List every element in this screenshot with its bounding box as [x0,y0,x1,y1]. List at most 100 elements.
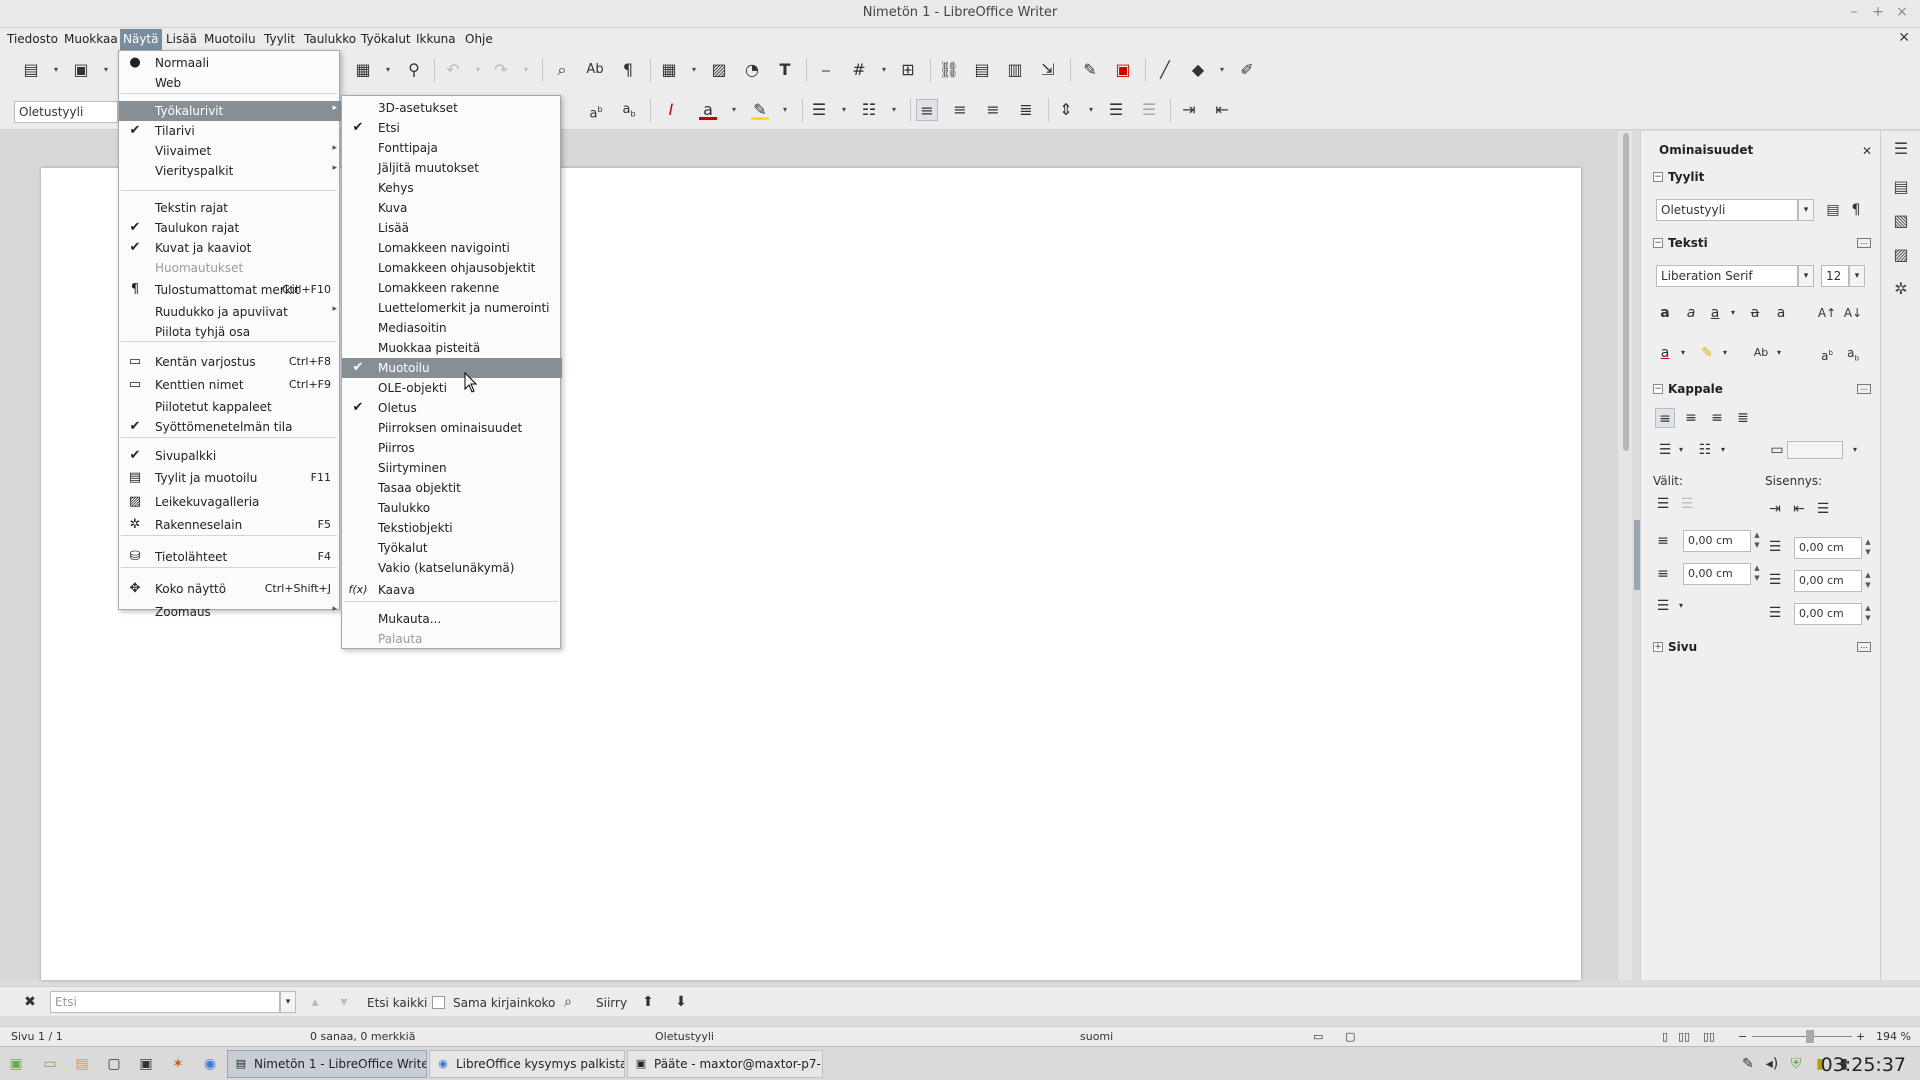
taskbar-window-browser[interactable]: ◉ LibreOffice kysymys palkista - ... [429,1050,625,1078]
app-launcher-icon[interactable]: ✶ [168,1054,188,1074]
draw-functions-icon[interactable]: ✐ [1236,59,1258,81]
toolbars-submenu-item[interactable]: Piirroksen ominaisuudet [342,418,562,438]
increase-paragraph-spacing-icon[interactable]: ☰ [1105,99,1127,121]
minimize-icon[interactable]: – [1846,4,1862,20]
footnote-icon[interactable]: ▤ [971,59,993,81]
paste-icon[interactable]: ▦ [352,59,374,81]
menu-ohje[interactable]: Ohje [462,31,496,49]
table-dropdown-icon[interactable]: ▾ [690,59,698,81]
align-center-icon[interactable]: ≡ [949,99,971,121]
taskbar-window-writer[interactable]: ▤ Nimetön 1 - LibreOffice Writer [227,1050,427,1078]
maximize-icon[interactable]: + [1870,4,1886,20]
close-findbar-icon[interactable]: ✖ [20,992,40,1012]
view-menu-item[interactable]: Zoomaus ▸ [119,602,341,622]
text-more-options-icon[interactable]: … [1857,238,1871,248]
formatting-marks-icon[interactable]: ¶ [617,59,639,81]
underline-icon[interactable]: a [1705,303,1725,323]
toolbars-submenu-item[interactable]: Muokkaa pisteitä [342,338,562,358]
insert-field-icon[interactable]: # [848,59,870,81]
toolbars-submenu-item[interactable]: ✔ Etsi [342,118,562,138]
toolbars-submenu-item[interactable]: f(x) Kaava [342,580,562,600]
bold-icon[interactable]: a [1655,303,1675,323]
view-menu-item[interactable]: ✔ Tilarivi [119,121,341,141]
shadow-icon[interactable]: a [1771,303,1791,323]
view-menu-item[interactable]: Tekstin rajat [119,198,341,218]
character-spacing-icon[interactable]: Ab [1751,343,1771,363]
first-line-indent-field[interactable]: 0,00 cm [1794,603,1862,625]
files-icon[interactable]: ▤ [72,1054,92,1074]
after-indent-stepper[interactable]: ▲ ▼ [1863,570,1873,592]
update-shield-icon[interactable]: ⛨ [1786,1054,1806,1074]
view-menu-item[interactable]: ¶ Tulostumattomat merkit Ctrl+F10 [119,280,341,300]
properties-tab-icon[interactable]: ▤ [1889,175,1913,199]
decrease-paragraph-spacing-icon[interactable]: ☰ [1138,99,1160,121]
menu-lisaa[interactable]: Lisää [163,31,200,49]
export-pdf-icon[interactable]: ▣ [1112,59,1134,81]
language-status[interactable]: suomi [1080,1030,1113,1043]
view-menu-item[interactable]: ✲ Rakenneselain F5 [119,515,341,535]
styles-collapse-icon[interactable]: − [1653,172,1663,182]
toolbars-submenu-item[interactable]: ✔ Oletus [342,398,562,418]
insert-chart-icon[interactable]: ◔ [741,59,763,81]
menu-tiedosto[interactable]: Tiedosto [4,31,61,49]
insert-image-icon[interactable]: ▨ [708,59,730,81]
toolbars-submenu-item[interactable]: Taulukko [342,498,562,518]
toolbars-submenu-item[interactable]: ✔ Muotoilu [342,358,562,378]
draw-line-icon[interactable]: ✎ [1079,59,1101,81]
sidebar-align-center-icon[interactable]: ≡ [1681,408,1701,428]
underline-dropdown-icon[interactable]: ▾ [1723,303,1743,323]
numbering-icon[interactable]: ☷ [858,99,880,121]
clone-formatting-icon[interactable]: ⚲ [403,59,425,81]
view-menu-item[interactable]: ▤ Tyylit ja muotoilu F11 [119,468,341,488]
single-page-view-icon[interactable]: ▯ [1662,1030,1668,1043]
find-previous-icon[interactable]: ▴ [305,992,325,1012]
start-menu-icon[interactable]: ▣ [6,1054,26,1074]
terminal-launcher-icon[interactable]: ▣ [136,1054,156,1074]
menu-ikkuna[interactable]: Ikkuna [413,31,459,49]
special-character-icon[interactable]: ⊞ [897,59,919,81]
sidebar-close-icon[interactable]: ✕ [1857,141,1877,161]
launcher-icon[interactable]: ▢ [104,1054,124,1074]
menu-tyylit[interactable]: Tyylit [261,31,298,49]
toolbars-submenu-item[interactable]: Lomakkeen navigointi [342,238,562,258]
toolbars-submenu-item[interactable]: Lisää [342,218,562,238]
network-icon[interactable]: ✎ [1738,1054,1758,1074]
update-style-icon[interactable]: ▤ [1823,200,1843,220]
new-document-icon[interactable]: ▤ [20,59,42,81]
before-indent-field[interactable]: 0,00 cm [1794,537,1862,559]
find-all-button[interactable]: Etsi kaikki [367,996,427,1010]
toolbars-submenu-item[interactable]: Kehys [342,178,562,198]
view-menu-item[interactable]: Ruudukko ja apuviivat ▸ [119,302,341,322]
template-icon[interactable]: ▣ [70,59,92,81]
toolbars-submenu-item[interactable]: Kuva [342,198,562,218]
view-menu-item[interactable]: ✥ Koko näyttö Ctrl+Shift+J [119,579,341,599]
toolbars-submenu-item[interactable]: Jäljitä muutokset [342,158,562,178]
zoom-in-icon[interactable]: + [1856,1030,1865,1043]
page-break-icon[interactable]: ⎯ [815,59,837,81]
view-menu-item[interactable]: Viivaimet ▸ [119,141,341,161]
sidebar-justify-icon[interactable]: ≣ [1733,408,1753,428]
gallery-tab-icon[interactable]: ▨ [1889,243,1913,267]
paragraph-background-icon[interactable]: ▭ [1767,440,1787,460]
sidebar-subscript-icon[interactable]: ab [1843,343,1863,363]
shapes-dropdown-icon[interactable]: ▾ [1218,59,1226,81]
toolbars-submenu-item[interactable]: 3D-asetukset [342,98,562,118]
chrome-launcher-icon[interactable]: ◉ [200,1054,220,1074]
strikethrough-icon[interactable]: a [1745,303,1765,323]
page-expand-icon[interactable]: + [1653,642,1663,652]
undo-dropdown-icon[interactable]: ▾ [474,59,482,81]
match-case-checkbox[interactable] [432,996,445,1009]
style-dropdown-icon[interactable]: ▾ [1798,199,1814,221]
sidebar-font-color-dropdown-icon[interactable]: ▾ [1673,343,1693,363]
line-icon[interactable]: ╱ [1154,59,1176,81]
toolbars-submenu-item[interactable]: Työkalut [342,538,562,558]
line-spacing-sidebar-dropdown-icon[interactable]: ▾ [1671,596,1691,616]
multi-page-view-icon[interactable]: ▯▯ [1678,1030,1690,1043]
toolbars-submenu-item[interactable]: Siirtyminen [342,458,562,478]
sidebar-highlight-dropdown-icon[interactable]: ▾ [1715,343,1735,363]
toolbars-submenu-item[interactable]: Tekstiobjekti [342,518,562,538]
find-replace-icon[interactable]: ⌕ [551,59,573,81]
numbering-dropdown-icon[interactable]: ▾ [890,99,898,121]
paragraph-more-options-icon[interactable]: … [1857,384,1871,394]
sidebar-numbering-icon[interactable]: ☷ [1695,440,1715,460]
